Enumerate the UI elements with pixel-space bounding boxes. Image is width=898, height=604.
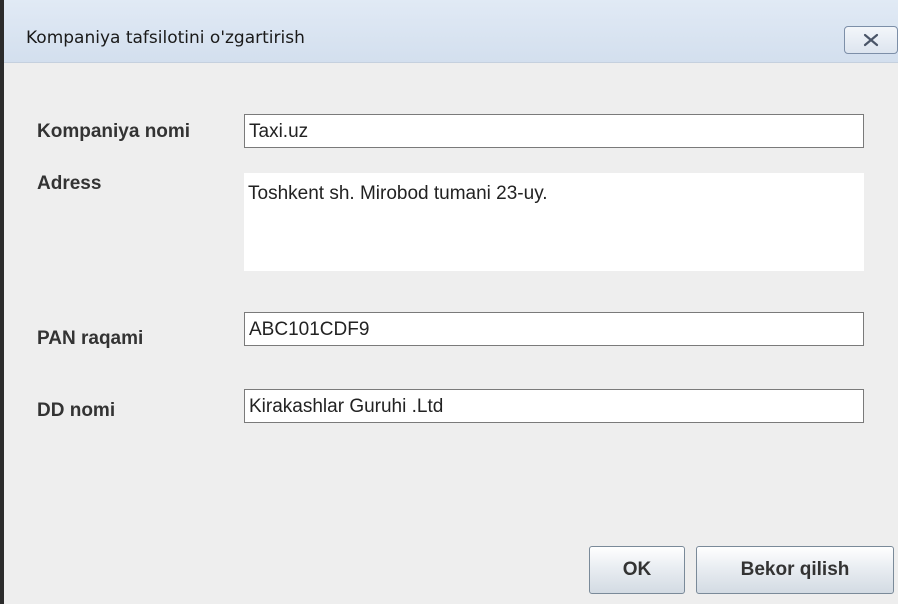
title-bar[interactable]: Kompaniya tafsilotini o'zgartirish	[4, 0, 898, 63]
address-label: Adress	[37, 173, 102, 194]
dialog-content: Kompaniya nomi Taxi.uz Adress Toshkent s…	[4, 63, 898, 604]
dd-label: DD nomi	[37, 400, 116, 421]
address-textarea[interactable]: Toshkent sh. Mirobod tumani 23-uy.	[244, 173, 864, 271]
pan-label: PAN raqami	[37, 328, 144, 349]
close-icon	[863, 33, 879, 47]
close-button[interactable]	[844, 26, 898, 54]
dd-name-field[interactable]: Kirakashlar Guruhi .Ltd	[244, 389, 864, 423]
window-title: Kompaniya tafsilotini o'zgartirish	[26, 28, 305, 48]
ok-button[interactable]: OK	[589, 546, 685, 594]
cancel-button[interactable]: Bekor qilish	[696, 546, 894, 594]
pan-field[interactable]: ABC101CDF9	[244, 312, 864, 346]
company-name-label: Kompaniya nomi	[37, 121, 191, 142]
dialog-window: Kompaniya tafsilotini o'zgartirish Kompa…	[0, 0, 898, 604]
company-name-field[interactable]: Taxi.uz	[244, 114, 864, 148]
